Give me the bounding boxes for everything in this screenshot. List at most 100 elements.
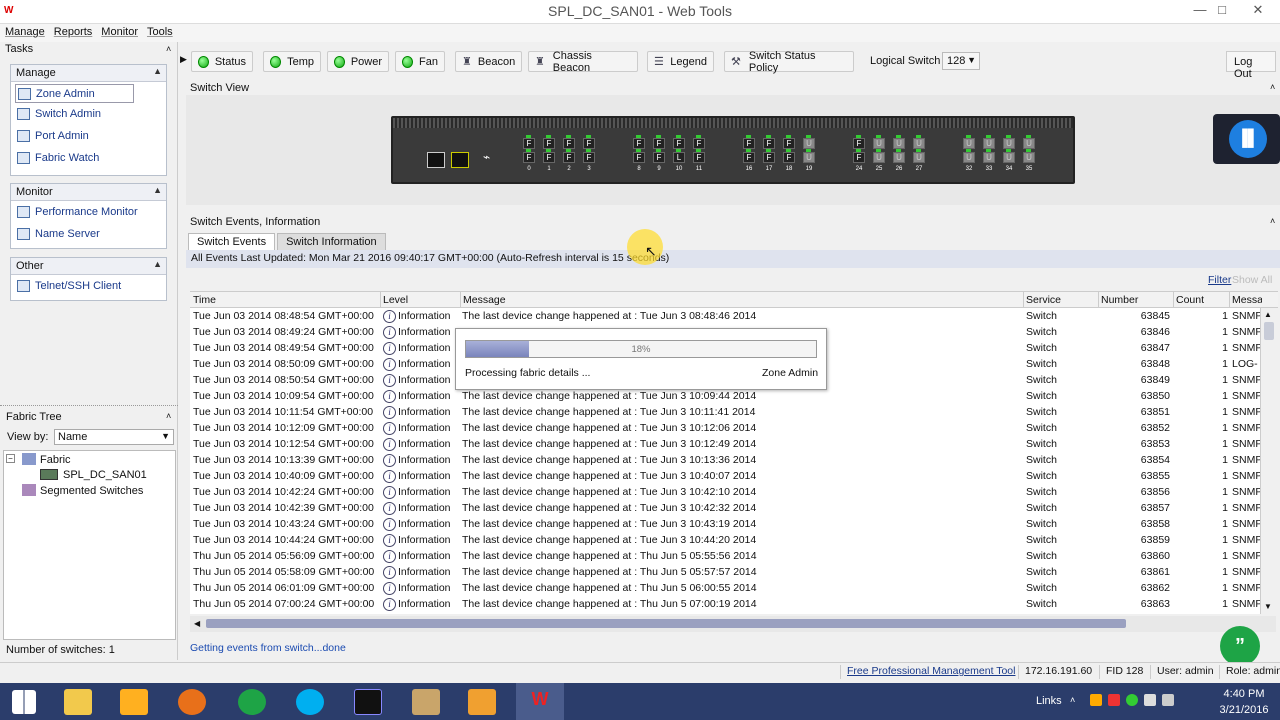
task-port-admin[interactable]: Port Admin [11, 125, 166, 147]
port-25[interactable]: U [873, 138, 885, 149]
taskbar-firefox[interactable] [168, 683, 216, 720]
task-switch-admin[interactable]: Switch Admin [11, 103, 166, 125]
fan-button[interactable]: Fan [395, 51, 445, 72]
task-performance-monitor[interactable]: Performance Monitor [11, 201, 166, 223]
port-17[interactable]: F [763, 138, 775, 149]
taskbar-tool[interactable] [402, 683, 450, 720]
menu-manage[interactable]: Manage [0, 24, 49, 38]
taskbar-explorer[interactable] [54, 683, 102, 720]
taskbar-console[interactable] [344, 683, 392, 720]
menu-reports[interactable]: Reports [49, 24, 97, 38]
logout-button[interactable]: Log Out [1226, 51, 1276, 80]
expand-arrow-icon[interactable]: ▶ [180, 54, 187, 65]
port-20[interactable]: F [743, 152, 755, 163]
port-21[interactable]: F [763, 152, 775, 163]
tray-overflow-icon[interactable]: ˄ [1070, 695, 1075, 705]
view-by-select[interactable]: Name ▼ [54, 429, 174, 445]
task-fabric-watch[interactable]: Fabric Watch [11, 147, 166, 169]
col-level[interactable]: Level [383, 294, 408, 306]
port-39[interactable]: U [1023, 152, 1035, 163]
splitter[interactable] [0, 405, 178, 409]
table-row[interactable]: i Tue Jun 03 2014 10:42:24 GMT+00:00 Infor… [190, 484, 1260, 500]
temp-button[interactable]: Temp [263, 51, 321, 72]
filter-link[interactable]: Filter [1208, 274, 1231, 286]
port-32[interactable]: U [963, 138, 975, 149]
scroll-left-icon[interactable]: ◀ [194, 619, 200, 628]
port-29[interactable]: U [873, 152, 885, 163]
table-row[interactable]: i Tue Jun 03 2014 10:09:54 GMT+00:00 Infor… [190, 388, 1260, 404]
collapse-icon[interactable]: ▲ [153, 66, 162, 76]
tray-app-icon[interactable] [1126, 694, 1138, 706]
tasks-collapse-icon[interactable]: ˄ [166, 44, 171, 54]
minimize-button[interactable]: — [1190, 2, 1210, 20]
taskbar-links[interactable]: Links [1036, 695, 1062, 707]
task-telnet-ssh[interactable]: Telnet/SSH Client [11, 275, 166, 297]
col-service[interactable]: Service [1026, 294, 1061, 306]
taskbar-apps[interactable] [110, 683, 158, 720]
port-24[interactable]: F [853, 138, 865, 149]
port-2[interactable]: F [563, 138, 575, 149]
chat-bubble-icon[interactable]: ” [1220, 626, 1260, 666]
port-5[interactable]: F [543, 152, 555, 163]
port-9[interactable]: F [653, 138, 665, 149]
volume-icon[interactable] [1162, 694, 1174, 706]
tray-app-icon[interactable] [1090, 694, 1102, 706]
switch-status-policy-button[interactable]: ⚒ Switch Status Policy [724, 50, 854, 74]
col-count[interactable]: Count [1176, 294, 1204, 306]
power-button[interactable]: Power [327, 51, 389, 72]
status-button[interactable]: Status [191, 51, 253, 72]
port-18[interactable]: F [783, 138, 795, 149]
taskbar-outlook[interactable] [458, 683, 506, 720]
port-14[interactable]: L [673, 152, 685, 163]
port-37[interactable]: U [983, 152, 995, 163]
port-11[interactable]: F [693, 138, 705, 149]
col-number[interactable]: Number [1101, 294, 1138, 306]
events-collapse-icon[interactable]: ˄ [1270, 216, 1275, 226]
chassis-beacon-button[interactable]: ♜ Chassis Beacon [528, 50, 638, 74]
port-16[interactable]: F [743, 138, 755, 149]
table-row[interactable]: i Tue Jun 03 2014 10:12:54 GMT+00:00 Infor… [190, 436, 1260, 452]
table-row[interactable]: i Tue Jun 03 2014 10:42:39 GMT+00:00 Infor… [190, 500, 1260, 516]
show-all-link[interactable]: Show All [1232, 274, 1278, 286]
table-row[interactable]: i Tue Jun 03 2014 08:48:54 GMT+00:00 Infor… [190, 308, 1260, 324]
port-6[interactable]: F [563, 152, 575, 163]
tab-switch-information[interactable]: Switch Information [277, 233, 386, 250]
port-10[interactable]: F [673, 138, 685, 149]
fabric-tree-collapse-icon[interactable]: ˄ [166, 411, 171, 421]
legend-button[interactable]: ☰ Legend [647, 51, 714, 72]
table-row[interactable]: i Tue Jun 03 2014 10:44:24 GMT+00:00 Infor… [190, 532, 1260, 548]
scroll-down-icon[interactable]: ▼ [1264, 602, 1272, 611]
vertical-scrollbar[interactable]: ▲ ▼ [1260, 308, 1276, 614]
clock-date[interactable]: 3/21/2016 [1216, 704, 1272, 716]
clock-time[interactable]: 4:40 PM [1216, 688, 1272, 700]
table-row[interactable]: i Thu Jun 05 2014 05:56:09 GMT+00:00 Infor… [190, 548, 1260, 564]
port-23[interactable]: U [803, 152, 815, 163]
port-12[interactable]: F [633, 152, 645, 163]
col-message-2[interactable]: Message [1232, 294, 1262, 306]
beacon-button[interactable]: ♜ Beacon [455, 51, 522, 72]
col-time[interactable]: Time [193, 294, 216, 306]
vscroll-thumb[interactable] [1264, 322, 1274, 340]
port-15[interactable]: F [693, 152, 705, 163]
table-row[interactable]: i Tue Jun 03 2014 10:11:54 GMT+00:00 Infor… [190, 404, 1260, 420]
port-36[interactable]: U [963, 152, 975, 163]
tree-node-switch[interactable]: SPL_DC_SAN01 [63, 469, 147, 481]
port-13[interactable]: F [653, 152, 665, 163]
port-30[interactable]: U [893, 152, 905, 163]
hscroll-thumb[interactable] [206, 619, 1126, 628]
port-38[interactable]: U [1003, 152, 1015, 163]
port-3[interactable]: F [583, 138, 595, 149]
tree-node-fabric[interactable]: Fabric [40, 454, 71, 466]
menu-tools[interactable]: Tools [142, 24, 177, 38]
port-1[interactable]: F [543, 138, 555, 149]
port-28[interactable]: F [853, 152, 865, 163]
port-8[interactable]: F [633, 138, 645, 149]
scroll-up-icon[interactable]: ▲ [1264, 310, 1272, 319]
task-name-server[interactable]: Name Server [11, 223, 166, 245]
taskbar-skype[interactable] [286, 683, 334, 720]
port-26[interactable]: U [893, 138, 905, 149]
table-row[interactable]: i Tue Jun 03 2014 10:12:09 GMT+00:00 Infor… [190, 420, 1260, 436]
taskbar-webtools[interactable]: W [516, 683, 564, 720]
tray-app-icon[interactable] [1108, 694, 1120, 706]
port-27[interactable]: U [913, 138, 925, 149]
